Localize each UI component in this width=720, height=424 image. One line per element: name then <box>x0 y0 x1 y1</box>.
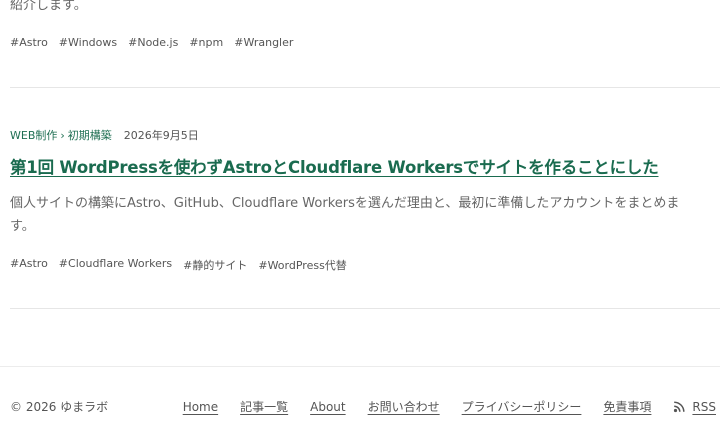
footer-link-rss[interactable]: RSS <box>692 400 716 414</box>
footer-link-privacy[interactable]: プライバシーポリシー <box>462 398 582 415</box>
footer-link-articles[interactable]: 記事一覧 <box>240 398 288 415</box>
breadcrumb-separator: › <box>60 128 65 142</box>
tag-link[interactable]: #WordPress代替 <box>258 257 346 273</box>
post-date: 2026年9月5日 <box>123 129 199 142</box>
tag-link[interactable]: #Astro <box>10 36 48 49</box>
post-excerpt: 個人サイトの構築にAstro、GitHub、Cloudflare Workers… <box>10 196 680 234</box>
page: 紹介します。 #Astro #Windows #Node.js #npm #Wr… <box>0 0 720 424</box>
post-title-link[interactable]: 第1回 WordPressを使わずAstroとCloudflare Worker… <box>10 154 659 178</box>
footer-link-home[interactable]: Home <box>183 400 218 414</box>
post1-tag-list: #Astro #Windows #Node.js #npm #Wrangler <box>10 36 293 49</box>
tag-link[interactable]: #Windows <box>59 36 117 49</box>
category-link[interactable]: WEB制作 <box>10 127 57 143</box>
previous-excerpt-tail: 紹介します。 <box>10 0 87 13</box>
tag-link[interactable]: #Node.js <box>128 36 178 49</box>
post-meta: WEB制作 › 初期構築 2026年9月5日 <box>10 127 199 143</box>
tag-link[interactable]: #npm <box>189 36 223 49</box>
footer-nav: Home 記事一覧 About お問い合わせ プライバシーポリシー 免責事項 R… <box>183 398 716 415</box>
rss-icon <box>674 401 685 413</box>
tag-link[interactable]: #Wrangler <box>234 36 293 49</box>
tag-link[interactable]: #Cloudflare Workers <box>59 257 172 273</box>
footer-link-about[interactable]: About <box>310 400 345 414</box>
tag-link[interactable]: #静的サイト <box>183 257 247 273</box>
footer-link-contact[interactable]: お問い合わせ <box>368 398 440 415</box>
tag-link[interactable]: #Astro <box>10 257 48 273</box>
subcategory-link[interactable]: 初期構築 <box>68 127 112 143</box>
footer-copyright: © 2026 ゆまラボ <box>10 400 109 414</box>
post-divider <box>10 87 720 88</box>
footer-link-disclaimer[interactable]: 免責事項 <box>603 398 651 415</box>
footer-divider <box>0 366 720 367</box>
footer-rss[interactable]: RSS <box>673 400 716 414</box>
post2-tag-list: #Astro #Cloudflare Workers #静的サイト #WordP… <box>10 257 347 273</box>
post-divider <box>10 308 720 309</box>
